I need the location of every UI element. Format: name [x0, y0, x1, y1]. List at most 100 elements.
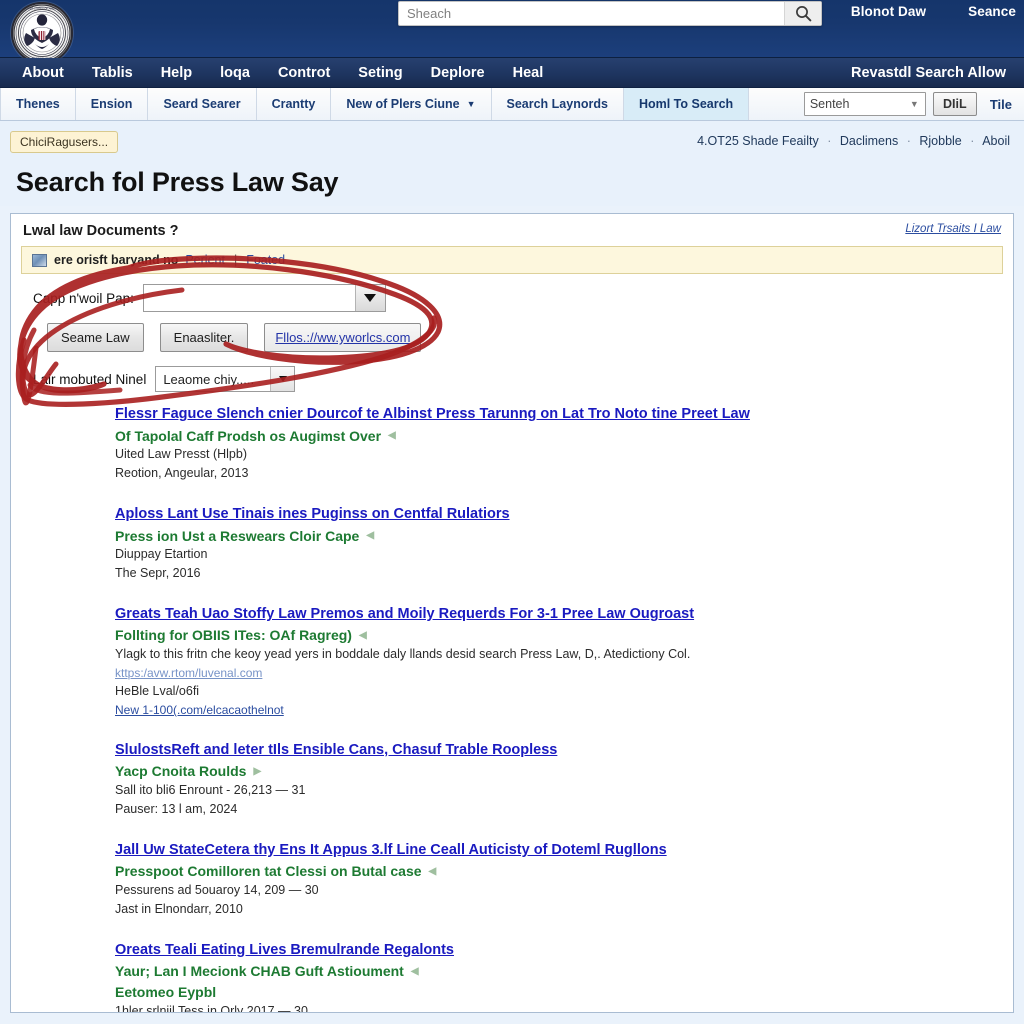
- result-line: Uited Law Presst (Hlpb): [115, 447, 247, 462]
- head-link-1[interactable]: Daclimens: [840, 134, 898, 148]
- tab-select-wrapper[interactable]: ▼: [803, 92, 926, 116]
- tab-crantty[interactable]: Crantty: [257, 88, 332, 120]
- nav-item-tablis[interactable]: Tablis: [78, 58, 147, 88]
- header-links: Blonot Daw Seance: [851, 4, 1016, 19]
- notice-banner: ere orisft baryand no Perient | Foated: [21, 246, 1003, 274]
- header-search[interactable]: [398, 1, 822, 26]
- tab-diil-button[interactable]: DIiL: [932, 92, 977, 116]
- result-title[interactable]: Jall Uw StateCetera thy Ens It Appus 3.l…: [115, 841, 667, 861]
- notice-link-perient[interactable]: Perient: [185, 253, 225, 267]
- result-subtitle: Presspoot Comilloren tat Clessi on Butal…: [115, 862, 1013, 881]
- result-subtitle: Of Tapolal Caff Prodsh os Augimst Over ◀: [115, 427, 1013, 446]
- tab-label: Seard Searer: [163, 97, 241, 111]
- result-title[interactable]: Oreats Teali Eating Lives Bremulrande Re…: [115, 941, 454, 961]
- bottom-select-row: Lair mobuted Ninel Leaome chiy.....: [33, 366, 1013, 392]
- chic-ragusers-chip[interactable]: ChiciRagusers...: [10, 131, 119, 153]
- header-search-button[interactable]: [784, 2, 821, 25]
- tab-ension[interactable]: Ension: [76, 88, 149, 120]
- header-utility-links: 4.OT25 Shade Feailty · Daclimens · Rjobb…: [697, 134, 1010, 148]
- document-icon: [32, 253, 47, 267]
- nav-item-reveal-search-allow[interactable]: Revastdl Search Allow: [837, 58, 1020, 88]
- combo-label: Capp n'woil Pap:: [33, 290, 134, 306]
- result-line: Sall ito bli6 Enrount - 26,213 — 31: [115, 783, 306, 798]
- search-icon: [795, 5, 812, 22]
- tab-label: New of Plers Ciune: [346, 97, 460, 111]
- form-button-row: Seame Law Enaasliter. Fllos.://ww.yworlc…: [47, 323, 1013, 352]
- combo-row: Capp n'woil Pap:: [33, 284, 1013, 312]
- result-title[interactable]: Greats Teah Uao Stoffy Law Premos and Mo…: [115, 605, 694, 625]
- header-link-1[interactable]: Seance: [968, 4, 1016, 19]
- tab-seard-searer[interactable]: Seard Searer: [148, 88, 257, 120]
- chevron-down-icon: ▼: [466, 98, 476, 109]
- marker-icon: ◀: [388, 430, 396, 442]
- svg-text:UNITED STATES OF AMERICA: UNITED STATES OF AMERICA: [24, 7, 61, 11]
- nav-item-about[interactable]: About: [8, 58, 78, 88]
- primary-nav-right: Revastdl Search Allow: [837, 58, 1020, 88]
- result-title[interactable]: Flessr Faguce Slench cnier Dourcof te Al…: [115, 405, 750, 425]
- result-item: Oreats Teali Eating Lives Bremulrande Re…: [115, 941, 1013, 1012]
- capp-combo-input[interactable]: [143, 289, 355, 307]
- combo-dropdown-button[interactable]: [354, 285, 385, 311]
- url-link-box[interactable]: Fllos.://ww.yworlcs.com: [264, 323, 422, 352]
- result-subtitle-text: Of Tapolal Caff Prodsh os Augimst Over: [115, 427, 382, 444]
- result-subtitle: Press ion Ust a Reswears Cloir Cape ◀: [115, 527, 1013, 546]
- result-subtitle-text: Yacp Cnoita Roulds: [115, 763, 247, 780]
- tab-search-laynords[interactable]: Search Laynords: [492, 88, 624, 120]
- page-root: UNITED STATES OF AMERICA NATIONAL SEAL B…: [0, 0, 1024, 1024]
- nav-item-loqa[interactable]: loqa: [206, 58, 264, 88]
- result-link[interactable]: kttps:/avw.rtom/luvenal.com: [115, 664, 1013, 682]
- nav-item-deplore[interactable]: Deplore: [417, 58, 499, 88]
- nav-item-heal[interactable]: Heal: [499, 58, 558, 88]
- select-dropdown-button[interactable]: [270, 367, 295, 391]
- notice-separator: |: [233, 253, 238, 267]
- nav-item-seting[interactable]: Seting: [344, 58, 416, 88]
- url-link[interactable]: Fllos.://ww.yworlcs.com: [275, 330, 410, 345]
- link-separator: ·: [827, 134, 832, 148]
- tab-label: Homl To Search: [638, 97, 734, 111]
- result-subtitle-secondary: Eetomeo Eypbl: [115, 983, 1013, 1002]
- nav-item-help[interactable]: Help: [147, 58, 206, 88]
- tab-homl-to-search[interactable]: Homl To Search: [623, 88, 750, 120]
- card-header: Lwal law Documents ? Lizort Trsaits I La…: [11, 214, 1013, 246]
- result-item: Aploss Lant Use Tinais ines Puginss on C…: [115, 505, 1013, 583]
- notice-text: ere orisft baryand no: [54, 253, 179, 267]
- page-title: Search fol Press Law Say: [16, 167, 339, 197]
- marker-icon: ◀: [366, 530, 375, 542]
- seame-law-button[interactable]: Seame Law: [47, 323, 144, 352]
- result-subtitle-text: Eetomeo Eypbl: [115, 984, 217, 1001]
- tab-select-input[interactable]: [803, 92, 926, 116]
- result-item: Greats Teah Uao Stoffy Law Premos and Mo…: [115, 605, 1013, 719]
- search-results-list: Flessr Faguce Slench cnier Dourcof te Al…: [11, 403, 1013, 1012]
- card-title: Lwal law Documents ?: [23, 223, 179, 239]
- secondary-tab-bar: Thenes Ension Seard Searer Crantty New o…: [0, 88, 1024, 121]
- card-header-link[interactable]: Lizort Trsaits I Law: [905, 223, 1001, 235]
- header-search-input[interactable]: [399, 2, 784, 25]
- top-banner: UNITED STATES OF AMERICA NATIONAL SEAL B…: [0, 0, 1024, 64]
- enaasliter-button[interactable]: Enaasliter.: [159, 323, 249, 352]
- head-link-2[interactable]: Rjobble: [919, 134, 961, 148]
- result-line: Reotion, Angeular, 2013: [115, 466, 249, 481]
- result-item: Jall Uw StateCetera thy Ens It Appus 3.l…: [115, 841, 1013, 919]
- caret-down-icon: [278, 376, 287, 382]
- tab-new-of-plers-ciune[interactable]: New of Plers Ciune ▼: [331, 88, 492, 120]
- tab-label: Ension: [90, 97, 133, 111]
- marker-icon: ◀: [410, 966, 419, 978]
- result-link[interactable]: New 1-100(.com/elcacaothelnot: [115, 701, 1013, 719]
- tab-tile-link[interactable]: Tile: [984, 97, 1018, 112]
- capp-combo[interactable]: [142, 284, 386, 312]
- header-link-0[interactable]: Blonot Daw: [851, 4, 926, 19]
- tab-thenes[interactable]: Thenes: [0, 88, 76, 120]
- head-link-3[interactable]: Aboil: [982, 134, 1010, 148]
- result-line: Jast in Elnondarr, 2010: [115, 902, 243, 917]
- nav-item-controt[interactable]: Controt: [264, 58, 344, 88]
- search-form: Capp n'woil Pap: Seame Law Enaasliter. F…: [11, 274, 1013, 392]
- tab-label: Thenes: [16, 97, 60, 111]
- result-title[interactable]: Aploss Lant Use Tinais ines Puginss on C…: [115, 505, 510, 525]
- leaome-chiy-select[interactable]: Leaome chiy.....: [155, 366, 296, 392]
- result-subtitle-text: Press ion Ust a Reswears Cloir Cape: [115, 527, 360, 544]
- result-title[interactable]: SlulostsReft and leter tIls Ensible Cans…: [115, 741, 557, 761]
- head-link-0[interactable]: 4.OT25 Shade Feailty: [697, 134, 819, 148]
- main-content-card: Lwal law Documents ? Lizort Trsaits I La…: [10, 213, 1014, 1013]
- notice-link-foated[interactable]: Foated: [246, 253, 285, 267]
- select-value: Leaome chiy.....: [163, 371, 255, 387]
